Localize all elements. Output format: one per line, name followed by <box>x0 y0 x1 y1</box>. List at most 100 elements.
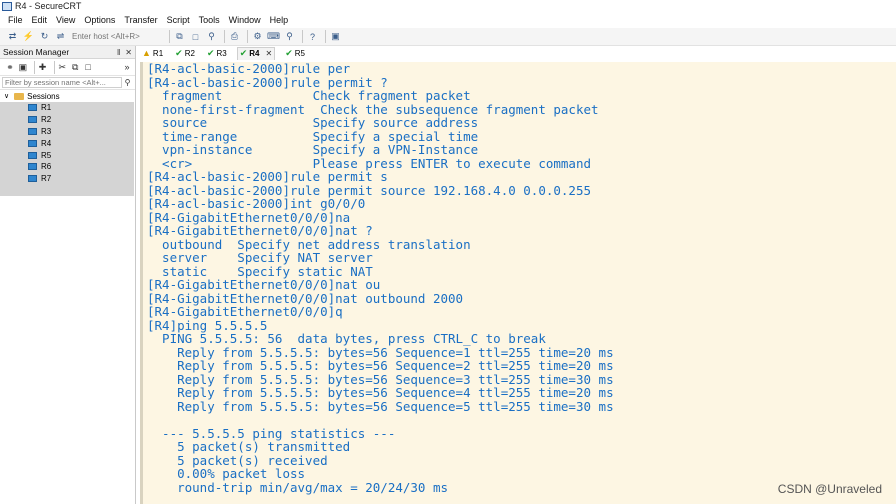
terminal-line: [R4-GigabitEthernet0/0/0]q <box>147 304 343 319</box>
tab-label: R4 <box>249 49 260 58</box>
monitor-icon <box>28 163 37 171</box>
session-item-r3[interactable]: R3 <box>0 126 135 138</box>
tab-r4[interactable]: ✔ R4 ✕ <box>236 46 276 60</box>
terminal-line: 5 packet(s) transmitted <box>147 439 351 454</box>
session-filter-row: ⚲ <box>0 76 135 90</box>
tab-r1[interactable]: ▲ R1 <box>140 47 165 60</box>
session-item-r1[interactable]: R1 <box>0 102 135 114</box>
menu-edit[interactable]: Edit <box>32 13 48 28</box>
terminal-line: Reply from 5.5.5.5: bytes=56 Sequence=4 … <box>147 385 614 400</box>
terminal-line: Reply from 5.5.5.5: bytes=56 Sequence=3 … <box>147 371 614 387</box>
tab-r3[interactable]: ✔ R3 <box>205 47 229 60</box>
cut-icon[interactable]: ✂ <box>57 61 67 74</box>
securecrt-app-icon <box>2 2 12 11</box>
terminal-line: outbound Specify net address translation <box>147 236 471 252</box>
session-item-label: R7 <box>41 174 52 184</box>
add-session-icon[interactable]: ✚ <box>38 61 48 74</box>
terminal-line: Reply from 5.5.5.5: bytes=56 Sequence=5 … <box>147 398 614 414</box>
connect-icon[interactable]: ⇄ <box>6 30 19 43</box>
session-manager-toolbar: ⚭ ▣ ✚ ✂ ⧉ □ » <box>0 59 135 76</box>
settings-icon[interactable]: ⚙ <box>251 30 264 43</box>
copy-icon[interactable]: ⧉ <box>173 30 186 43</box>
more-icon[interactable]: » <box>122 61 132 74</box>
menu-transfer[interactable]: Transfer <box>124 13 157 28</box>
terminal-window[interactable]: [R4-acl-basic-2000]rule per [R4-acl-basi… <box>140 62 896 504</box>
terminal-line: [R4-acl-basic-2000]rule permit s <box>147 169 388 184</box>
menu-file[interactable]: File <box>8 13 23 28</box>
tab-label: R2 <box>184 48 195 58</box>
warning-icon: ▲ <box>142 48 151 58</box>
terminal-line: [R4]ping 5.5.5.5 <box>147 317 268 333</box>
monitor-icon <box>28 104 37 112</box>
session-tab-bar: ▲ R1 ✔ R2 ✔ R3 ✔ R4 ✕ ✔ R5 <box>140 46 896 60</box>
terminal-line: fragment Check fragment packet <box>147 88 471 103</box>
sessions-folder[interactable]: ∨ Sessions <box>0 90 135 102</box>
folder-icon <box>14 92 25 100</box>
session-manager-title: Session Manager <box>3 47 70 57</box>
toolbar-divider <box>169 30 170 43</box>
reconnect-icon[interactable]: ↻ <box>38 30 51 43</box>
main-toolbar: ⇄ ⚡ ↻ ⇌ ⧉ □ ⚲ ⎙ ⚙ ⌨ ⚲ ? ▣ <box>0 28 896 46</box>
session-tree: ∨ Sessions R1 R2 R3 R4 R5 R6 R7 <box>0 90 135 196</box>
menu-script[interactable]: Script <box>167 13 190 28</box>
find-icon[interactable]: ⚲ <box>205 30 218 43</box>
terminal-line: [R4-acl-basic-2000]int g0/0/0 <box>147 196 366 211</box>
quick-connect-icon[interactable]: ⚡ <box>22 30 35 43</box>
menu-window[interactable]: Window <box>229 13 261 28</box>
collapse-chevron-icon[interactable]: ∨ <box>4 92 9 100</box>
terminal-line: [R4-GigabitEthernet0/0/0]nat ou <box>147 277 381 292</box>
session-item-label: R1 <box>41 103 52 113</box>
session-item-label: R4 <box>41 138 52 148</box>
connected-check-icon: ✔ <box>206 47 215 58</box>
monitor-icon <box>28 175 37 183</box>
session-item-r5[interactable]: R5 <box>0 149 135 161</box>
session-manager-panel: Session Manager ‖ ✕ ⚭ ▣ ✚ ✂ ⧉ □ » ⚲ ∨ Se… <box>0 46 136 504</box>
monitor-icon <box>28 127 37 135</box>
terminal-line: [R4-GigabitEthernet0/0/0]na <box>147 209 351 225</box>
connected-check-icon: ✔ <box>239 48 248 58</box>
menu-options[interactable]: Options <box>84 13 115 28</box>
print-icon[interactable]: ⎙ <box>228 30 241 43</box>
session-filter-input[interactable] <box>2 77 122 88</box>
connected-check-icon: ✔ <box>175 47 183 58</box>
window-icon[interactable]: ▣ <box>18 61 28 74</box>
terminal-line: [R4-acl-basic-2000]rule permit ? <box>147 74 388 90</box>
menu-help[interactable]: Help <box>270 13 289 28</box>
filter-search-icon[interactable]: ⚲ <box>122 77 133 88</box>
tab-r2[interactable]: ✔ R2 <box>173 47 197 60</box>
toolbar-divider <box>53 60 55 74</box>
paste-session-icon[interactable]: □ <box>83 61 93 74</box>
close-icon[interactable]: ✕ <box>125 48 132 57</box>
tab-close-icon[interactable]: ✕ <box>266 49 273 58</box>
monitor-icon <box>28 139 37 147</box>
screenshot-icon[interactable]: ▣ <box>329 30 342 43</box>
terminal-line: 0.00% packet loss <box>147 466 306 481</box>
help-icon[interactable]: ? <box>306 30 319 43</box>
monitor-icon <box>28 116 37 124</box>
tab-label: R3 <box>216 48 227 58</box>
session-item-r7[interactable]: R7 <box>0 173 135 185</box>
session-item-label: R5 <box>41 150 52 160</box>
paste-icon[interactable]: □ <box>189 30 202 43</box>
link-icon[interactable]: ⚭ <box>5 61 15 74</box>
terminal-line: PING 5.5.5.5: 56 data bytes, press CTRL_… <box>147 331 546 346</box>
terminal-line: time-range Specify a special time <box>147 128 479 144</box>
session-item-r4[interactable]: R4 <box>0 137 135 149</box>
host-input[interactable] <box>70 30 166 43</box>
sftp-icon[interactable]: ⚲ <box>283 30 296 43</box>
toolbar-divider <box>302 30 303 43</box>
copy-session-icon[interactable]: ⧉ <box>70 61 80 74</box>
toolbar-divider <box>247 30 248 43</box>
terminal-line: source Specify source address <box>147 115 479 130</box>
session-item-r2[interactable]: R2 <box>0 114 135 126</box>
menu-view[interactable]: View <box>56 13 75 28</box>
pin-icon[interactable]: ‖ <box>117 48 120 57</box>
terminal-line: Reply from 5.5.5.5: bytes=56 Sequence=1 … <box>147 344 614 360</box>
menu-tools[interactable]: Tools <box>199 13 220 28</box>
keymap-icon[interactable]: ⌨ <box>267 30 280 43</box>
disconnect-icon[interactable]: ⇌ <box>54 30 67 43</box>
tab-label: R1 <box>152 48 164 58</box>
title-bar: R4 - SecureCRT <box>0 0 896 13</box>
tab-r5[interactable]: ✔ R5 <box>283 47 307 60</box>
session-item-r6[interactable]: R6 <box>0 161 135 173</box>
